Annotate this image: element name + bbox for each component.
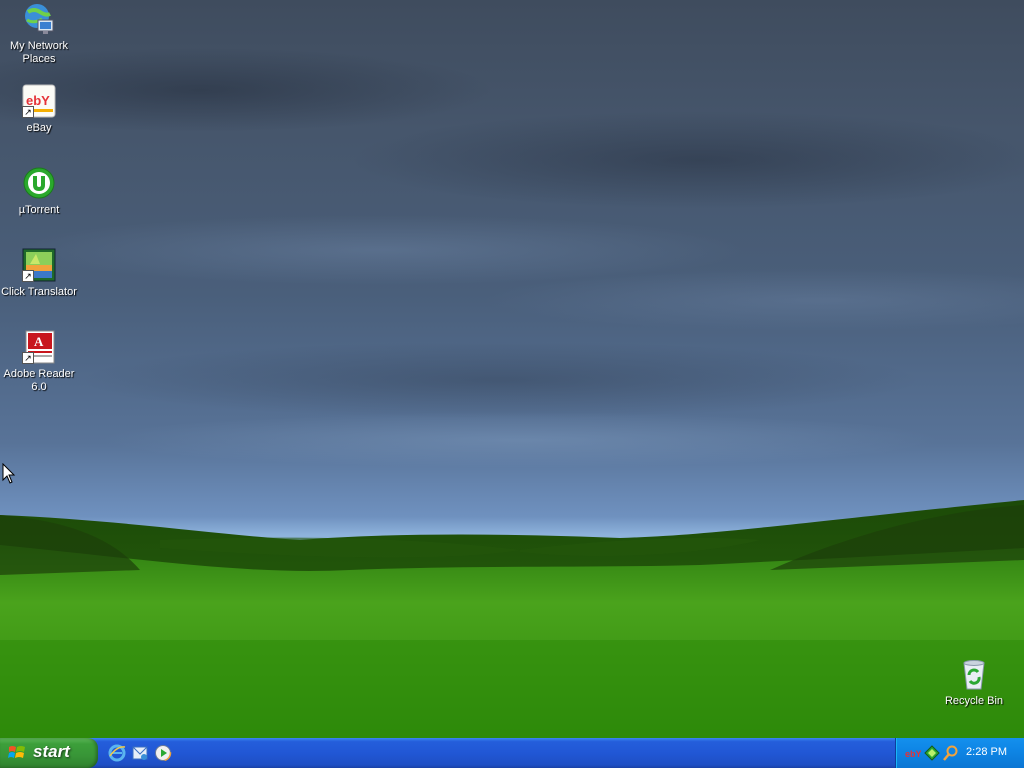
internet-explorer-icon[interactable] (108, 744, 126, 762)
network-places-icon (22, 2, 56, 36)
recycle-bin-icon (957, 657, 991, 691)
ebay-icon: ebY ↗ (22, 84, 56, 118)
clock[interactable]: 2:28 PM (966, 746, 1007, 758)
utorrent-icon (22, 166, 56, 200)
desktop-icon-ebay[interactable]: ebY ↗ eBay (0, 84, 78, 135)
desktop-icon-network-places[interactable]: My Network Places (0, 2, 78, 66)
outlook-express-icon[interactable] (131, 744, 149, 762)
adobe-logo-text: A (34, 334, 44, 349)
desktop-icon-click-translator[interactable]: ↗ Click Translator (0, 248, 78, 299)
taskbar: start ebY 2:28 PM (0, 738, 1024, 768)
start-label: start (33, 742, 70, 761)
icon-label: µTorrent (18, 204, 60, 216)
ebay-tray-text: ebY (905, 749, 921, 759)
desktop[interactable]: My Network Places ebY ↗ eBay µTorrent ↗ … (0, 0, 1024, 738)
icon-label: Adobe Reader 6.0 (3, 368, 75, 393)
translator-icon: ↗ (22, 248, 56, 282)
icon-label: eBay (26, 122, 52, 134)
system-tray: ebY 2:28 PM (895, 738, 1024, 768)
start-button[interactable]: start (0, 738, 98, 768)
adobe-reader-icon: A ↗ (22, 330, 56, 364)
desktop-icon-utorrent[interactable]: µTorrent (0, 166, 78, 217)
shortcut-arrow-icon: ↗ (22, 352, 34, 364)
desktop-icon-adobe-reader[interactable]: A ↗ Adobe Reader 6.0 (0, 330, 78, 394)
search-tray-icon[interactable] (943, 745, 959, 761)
network-tray-icon[interactable] (924, 745, 940, 761)
icon-label: My Network Places (9, 40, 69, 65)
shortcut-arrow-icon: ↗ (22, 270, 34, 282)
windows-logo-icon (8, 746, 25, 758)
grass-hills (0, 500, 1024, 738)
shortcut-arrow-icon: ↗ (22, 106, 34, 118)
ebay-tray-icon[interactable]: ebY (905, 745, 921, 761)
icon-label: Recycle Bin (944, 695, 1004, 707)
icon-label: Click Translator (1, 286, 77, 298)
desktop-icon-recycle-bin[interactable]: Recycle Bin (935, 657, 1013, 708)
media-player-icon[interactable] (154, 744, 172, 762)
mouse-cursor-icon (2, 463, 16, 484)
